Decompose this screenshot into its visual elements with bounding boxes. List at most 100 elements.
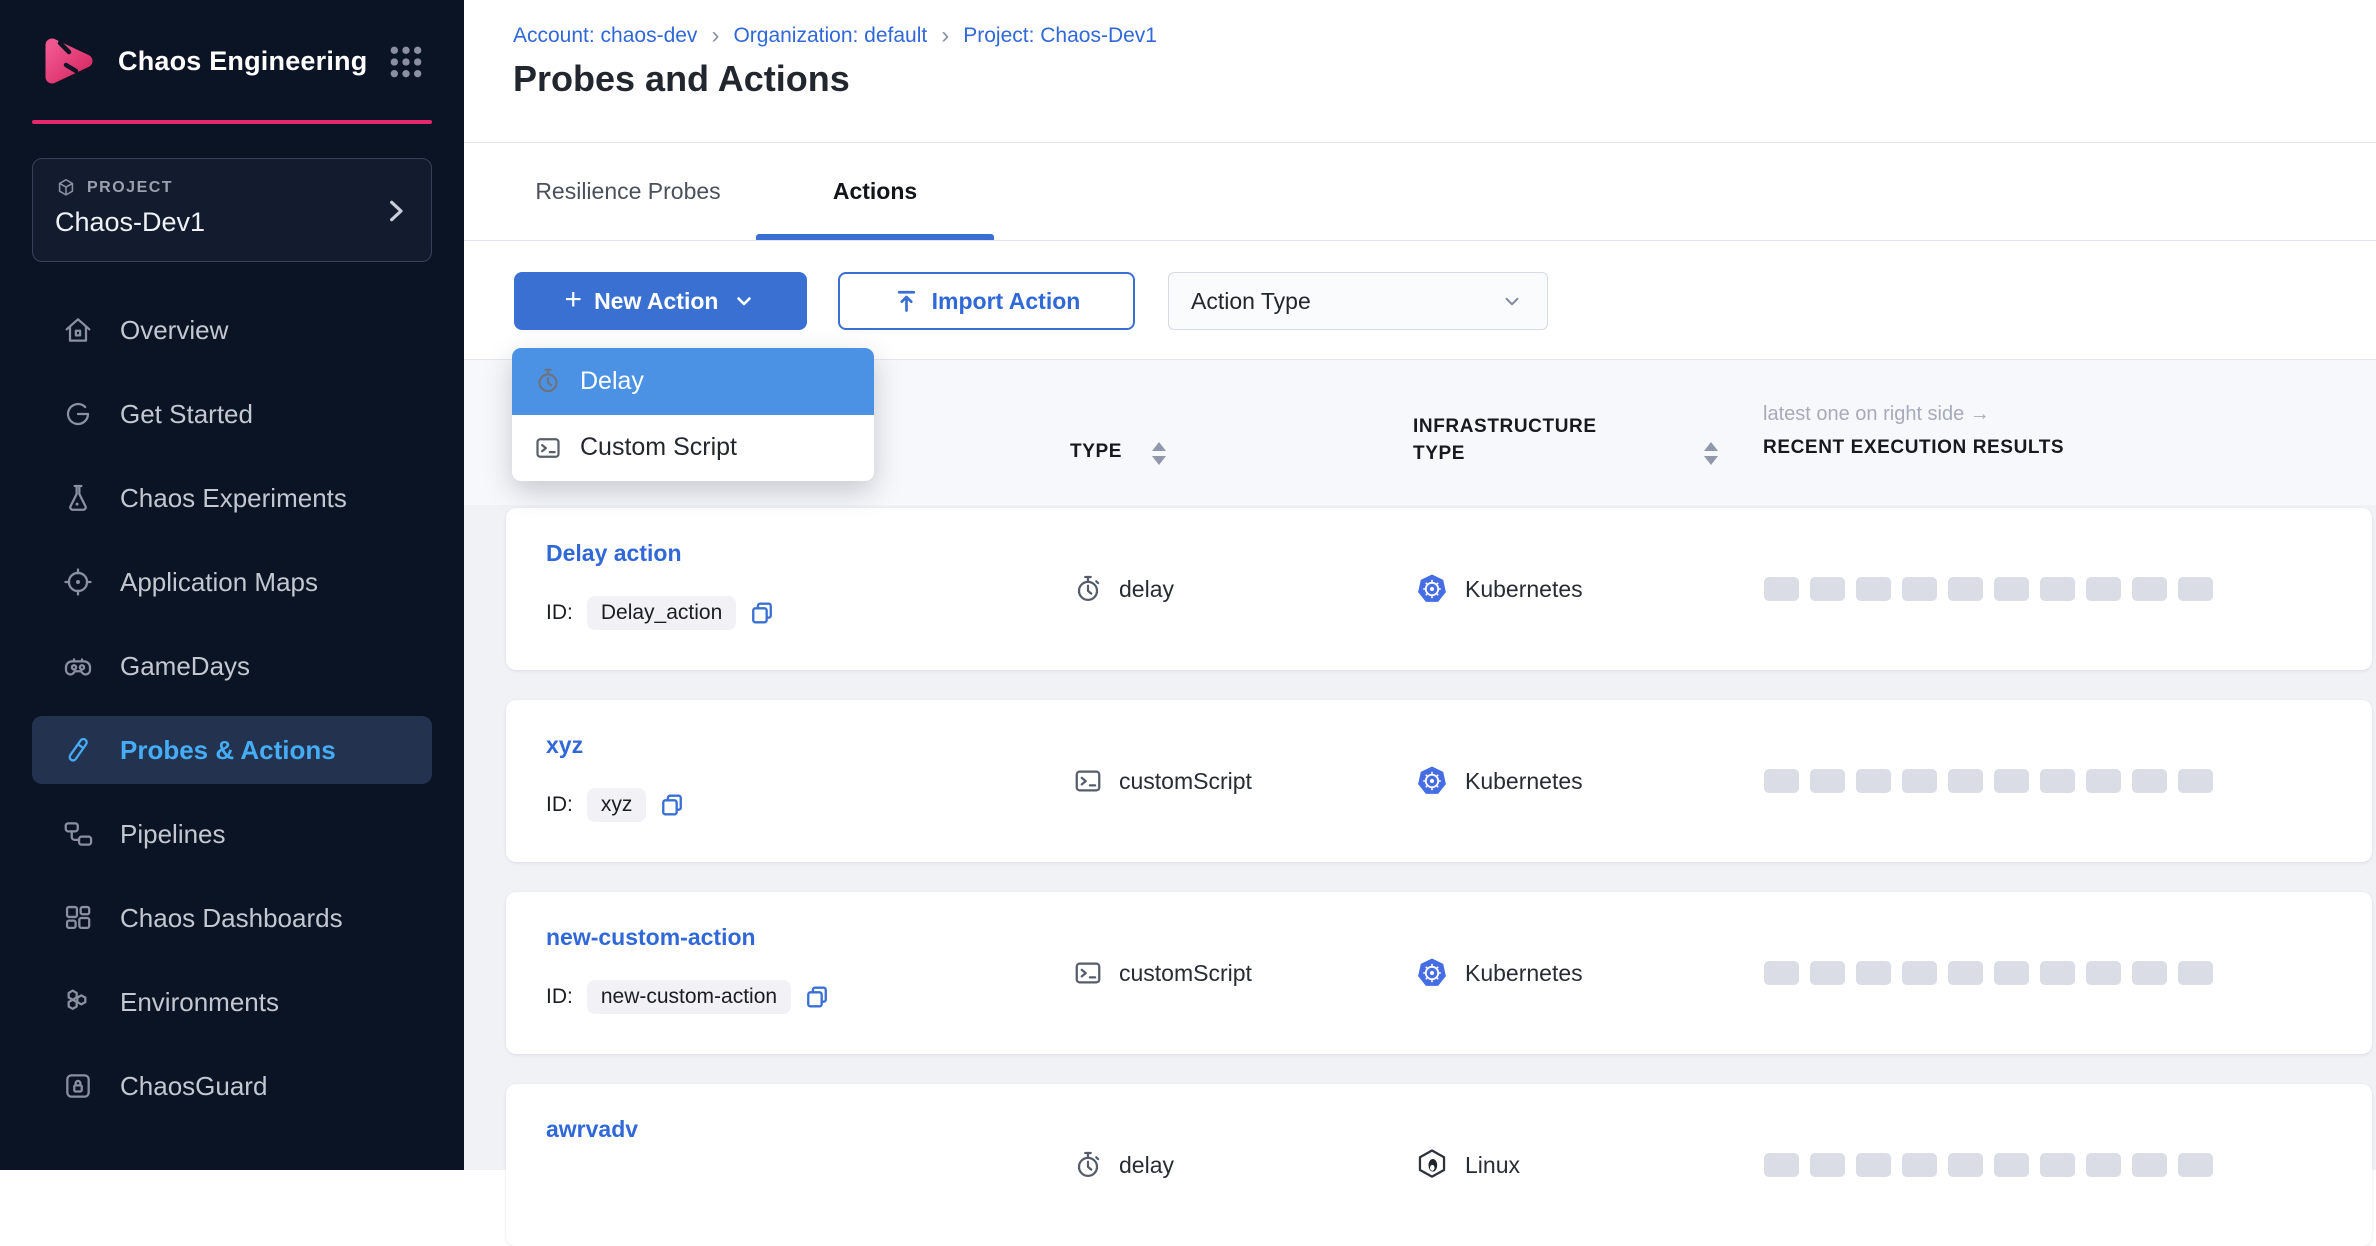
dashboards-icon <box>62 902 94 934</box>
sidebar-item-probes-actions[interactable]: Probes & Actions <box>32 716 432 784</box>
new-action-menu: Delay Custom Script <box>512 348 874 481</box>
execution-result-placeholder <box>1994 961 2029 985</box>
execution-result-placeholder <box>1856 769 1891 793</box>
sidebar-item-application-maps[interactable]: Application Maps <box>32 548 432 616</box>
execution-result-placeholder <box>1810 1153 1845 1177</box>
terminal-icon <box>1073 766 1103 796</box>
main-content: Account: chaos-dev › Organization: defau… <box>464 0 2376 1170</box>
execution-result-placeholder <box>2178 769 2213 793</box>
recent-results-hint: latest one on right side → <box>1763 403 1990 426</box>
sort-infrastructure-control[interactable] <box>1704 442 1718 465</box>
tab-resilience-probes[interactable]: Resilience Probes <box>500 143 756 240</box>
table-row[interactable]: xyz ID: xyz customScript <box>506 700 2372 862</box>
execution-result-placeholder <box>1994 769 2029 793</box>
execution-result-placeholder <box>2040 1153 2075 1177</box>
sidebar-item-pipelines[interactable]: Pipelines <box>32 800 432 868</box>
menu-item-custom-script[interactable]: Custom Script <box>512 415 874 482</box>
sidebar: Chaos Engineering PROJECT Chaos-Dev1 <box>0 0 464 1170</box>
module-grid-icon[interactable] <box>386 42 426 82</box>
cube-icon <box>55 177 77 199</box>
execution-result-placeholder <box>2086 577 2121 601</box>
breadcrumb-separator: › <box>711 22 719 50</box>
kubernetes-icon <box>1415 572 1449 606</box>
action-name-link[interactable]: xyz <box>546 732 583 759</box>
project-selector[interactable]: PROJECT Chaos-Dev1 <box>32 158 432 262</box>
sidebar-nav: Overview Get Started Chaos Experiments <box>32 296 432 1136</box>
action-id-line: ID: new-custom-action <box>546 978 831 1016</box>
terminal-icon <box>534 434 562 462</box>
execution-result-placeholder <box>1902 577 1937 601</box>
home-icon <box>62 314 94 346</box>
breadcrumb-account[interactable]: Account: chaos-dev <box>513 24 697 48</box>
sidebar-item-chaos-dashboards[interactable]: Chaos Dashboards <box>32 884 432 952</box>
import-action-button[interactable]: Import Action <box>838 272 1135 330</box>
column-header-type[interactable]: TYPE <box>1070 441 1122 463</box>
sidebar-item-environments[interactable]: Environments <box>32 968 432 1036</box>
execution-result-placeholder <box>2040 577 2075 601</box>
import-icon <box>893 288 920 315</box>
execution-result-placeholder <box>1764 577 1799 601</box>
page-title: Probes and Actions <box>513 58 850 100</box>
new-action-button[interactable]: + New Action <box>514 272 807 330</box>
copy-icon[interactable] <box>748 599 776 627</box>
table-row[interactable]: Delay action ID: Delay_action delay <box>506 508 2372 670</box>
execution-result-placeholder <box>2178 577 2213 601</box>
column-header-recent-results: RECENT EXECUTION RESULTS <box>1763 437 2064 459</box>
kubernetes-icon <box>1415 956 1449 990</box>
brand-divider <box>32 120 432 124</box>
execution-result-placeholder <box>1764 769 1799 793</box>
recent-execution-results <box>1764 1084 2213 1246</box>
execution-result-placeholder <box>2132 577 2167 601</box>
action-name-link[interactable]: awrvadv <box>546 1116 638 1143</box>
probe-icon <box>62 734 94 766</box>
action-id-line: ID: xyz <box>546 786 686 824</box>
stopwatch-icon <box>1073 1150 1103 1180</box>
table-row[interactable]: awrvadv delay Linux <box>506 1084 2372 1246</box>
execution-result-placeholder <box>1810 769 1845 793</box>
table-row[interactable]: new-custom-action ID: new-custom-action <box>506 892 2372 1054</box>
execution-result-placeholder <box>1948 577 1983 601</box>
execution-result-placeholder <box>1856 961 1891 985</box>
execution-result-placeholder <box>1764 961 1799 985</box>
execution-result-placeholder <box>2132 769 2167 793</box>
action-name-link[interactable]: Delay action <box>546 540 682 567</box>
execution-result-placeholder <box>2086 1153 2121 1177</box>
execution-result-placeholder <box>1856 577 1891 601</box>
recent-execution-results <box>1764 700 2213 862</box>
copy-icon[interactable] <box>803 983 831 1011</box>
stopwatch-icon <box>534 367 562 395</box>
execution-result-placeholder <box>1902 769 1937 793</box>
menu-item-delay[interactable]: Delay <box>512 348 874 415</box>
execution-result-placeholder <box>1810 961 1845 985</box>
environments-icon <box>62 986 94 1018</box>
sidebar-item-gamedays[interactable]: GameDays <box>32 632 432 700</box>
sidebar-item-chaosguard[interactable]: ChaosGuard <box>32 1052 432 1120</box>
execution-result-placeholder <box>2040 961 2075 985</box>
plus-icon: + <box>565 283 583 317</box>
sidebar-item-chaos-experiments[interactable]: Chaos Experiments <box>32 464 432 532</box>
copy-icon[interactable] <box>658 791 686 819</box>
breadcrumb-organization[interactable]: Organization: default <box>733 24 927 48</box>
execution-result-placeholder <box>1994 577 2029 601</box>
recent-execution-results <box>1764 508 2213 670</box>
action-name-link[interactable]: new-custom-action <box>546 924 756 951</box>
execution-result-placeholder <box>1810 577 1845 601</box>
infrastructure-cell: Kubernetes <box>1415 892 1583 1054</box>
execution-result-placeholder <box>2086 769 2121 793</box>
terminal-icon <box>1073 958 1103 988</box>
tab-actions[interactable]: Actions <box>756 143 994 240</box>
lock-card-icon <box>62 1070 94 1102</box>
execution-result-placeholder <box>1856 1153 1891 1177</box>
sidebar-item-overview[interactable]: Overview <box>32 296 432 364</box>
action-type-filter[interactable]: Action Type <box>1168 272 1548 330</box>
sidebar-item-get-started[interactable]: Get Started <box>32 380 432 448</box>
pipelines-icon <box>62 818 94 850</box>
column-header-infrastructure-type[interactable]: INFRASTRUCTURE TYPE <box>1413 413 1653 467</box>
breadcrumb-project[interactable]: Project: Chaos-Dev1 <box>963 24 1157 48</box>
tabbar-divider <box>464 240 2376 241</box>
sort-type-control[interactable] <box>1152 442 1166 465</box>
execution-result-placeholder <box>1764 1153 1799 1177</box>
execution-result-placeholder <box>1994 1153 2029 1177</box>
execution-result-placeholder <box>1948 961 1983 985</box>
kubernetes-icon <box>1415 764 1449 798</box>
